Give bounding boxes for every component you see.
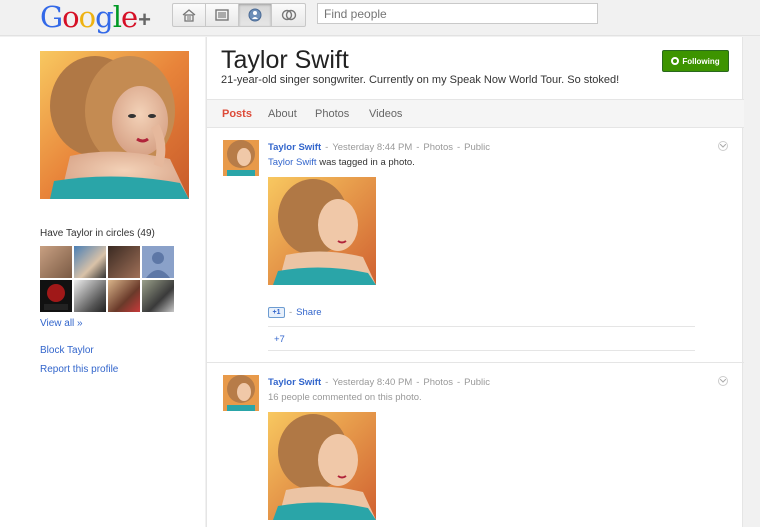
tab-about[interactable]: About xyxy=(268,108,297,120)
google-plus-logo[interactable]: Go o g l e + xyxy=(40,0,151,34)
circle-avatar[interactable] xyxy=(108,280,140,312)
plus-one-button[interactable]: +1 xyxy=(268,307,285,318)
profile-icon xyxy=(248,8,262,22)
circles-button[interactable] xyxy=(272,4,305,26)
profile-main: Taylor Swift 21-year-old singer songwrit… xyxy=(206,37,744,527)
top-bar: Go o g l e + xyxy=(0,0,760,36)
profile-photo[interactable] xyxy=(40,51,189,199)
home-button[interactable] xyxy=(173,4,206,26)
post-photo[interactable] xyxy=(268,177,376,285)
post-author[interactable]: Taylor Swift xyxy=(268,142,321,153)
post-body: Taylor Swift was tagged in a photo. xyxy=(268,157,415,168)
following-label: Following xyxy=(682,56,720,66)
logo-letter: l xyxy=(112,0,122,34)
profile-tagline: 21-year-old singer songwriter. Currently… xyxy=(221,74,620,86)
post-time[interactable]: Yesterday 8:40 PM xyxy=(332,377,412,388)
profile-button[interactable] xyxy=(239,4,272,26)
post-actions: +1 - Share xyxy=(268,307,322,318)
post-visibility[interactable]: Public xyxy=(464,142,490,153)
home-icon xyxy=(182,9,196,22)
tab-photos[interactable]: Photos xyxy=(315,108,349,120)
following-button[interactable]: Following xyxy=(662,50,729,72)
circle-avatar[interactable] xyxy=(74,246,106,278)
tagged-user-link[interactable]: Taylor Swift xyxy=(268,157,317,168)
report-profile-link[interactable]: Report this profile xyxy=(40,364,118,375)
photos-button[interactable] xyxy=(206,4,239,26)
logo-letter: G xyxy=(40,0,63,34)
post-header: Taylor Swift - Yesterday 8:44 PM - Photos - Pu… xyxy=(268,142,491,153)
tab-videos[interactable]: Videos xyxy=(369,108,402,120)
circles-avatar-grid xyxy=(40,246,176,312)
logo-letter: g xyxy=(95,0,114,34)
post-time[interactable]: Yesterday 8:44 PM xyxy=(332,142,412,153)
post-category[interactable]: Photos xyxy=(423,142,453,153)
post-header: Taylor Swift - Yesterday 8:40 PM - Photos - Pu… xyxy=(268,377,491,388)
circles-icon xyxy=(281,9,296,21)
divider xyxy=(268,350,695,351)
tab-posts[interactable]: Posts xyxy=(222,108,252,120)
post-category[interactable]: Photos xyxy=(423,377,453,388)
circles-count-title: Have Taylor in circles (49) xyxy=(40,228,155,239)
circle-avatar[interactable] xyxy=(40,246,72,278)
profile-sidebar: Have Taylor in circles (49) View all » B… xyxy=(0,37,205,527)
page-background xyxy=(744,37,760,527)
profile-name: Taylor Swift xyxy=(221,46,349,74)
photos-icon xyxy=(215,9,229,21)
view-all-link[interactable]: View all » xyxy=(40,318,83,329)
divider xyxy=(268,326,695,327)
post-visibility[interactable]: Public xyxy=(464,377,490,388)
post-photo[interactable] xyxy=(268,412,376,520)
post-author-avatar[interactable] xyxy=(223,140,259,176)
post-separator xyxy=(207,362,744,363)
main-nav xyxy=(172,3,306,27)
logo-letter: o xyxy=(78,0,96,34)
search-input[interactable] xyxy=(317,3,598,24)
circle-avatar[interactable] xyxy=(40,280,72,312)
block-user-link[interactable]: Block Taylor xyxy=(40,345,94,356)
logo-letter: e xyxy=(120,0,138,34)
following-circle-icon xyxy=(671,57,680,65)
circle-avatar[interactable] xyxy=(142,280,174,312)
post-body: 16 people commented on this photo. xyxy=(268,392,422,403)
logo-plus: + xyxy=(138,7,151,32)
default-silhouette-avatar[interactable] xyxy=(142,246,174,278)
person-silhouette-icon xyxy=(142,246,174,278)
share-link[interactable]: Share xyxy=(296,307,321,318)
plus-count[interactable]: +7 xyxy=(274,334,285,345)
profile-tabs: Posts About Photos Videos xyxy=(207,99,744,128)
logo-letter: o xyxy=(62,0,79,34)
post-author[interactable]: Taylor Swift xyxy=(268,377,321,388)
post-menu-chevron-icon[interactable] xyxy=(718,376,728,386)
post-author-avatar[interactable] xyxy=(223,375,259,411)
post-menu-chevron-icon[interactable] xyxy=(718,141,728,151)
circle-avatar[interactable] xyxy=(74,280,106,312)
circle-avatar[interactable] xyxy=(108,246,140,278)
